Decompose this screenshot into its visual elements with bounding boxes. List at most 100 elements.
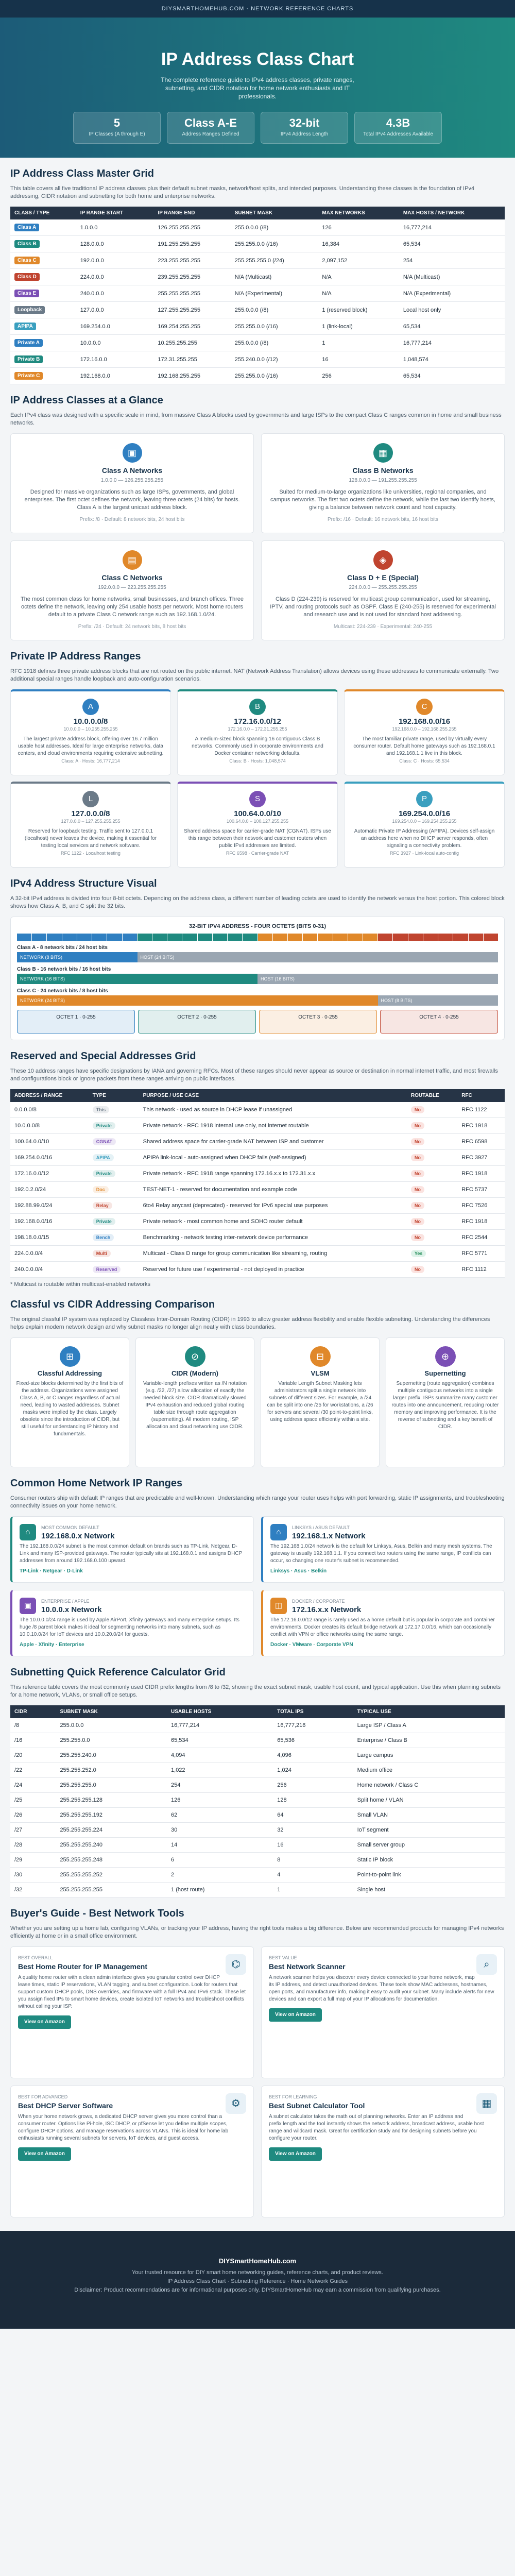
table-cell: 8 <box>273 1852 353 1868</box>
table-row: Private A 10.0.0.0 10.255.255.255 255.0.0.0… <box>10 334 505 351</box>
card-desc: A subnet calculator takes the math out o… <box>269 2114 484 2141</box>
tool-card: ⌕ Best Value Best Network Scanner A network… <box>261 1946 505 2078</box>
bit-cell <box>393 934 408 941</box>
card-title: VLSM <box>311 1369 330 1377</box>
card-brands: Docker · VMware · Corporate VPN <box>270 1642 353 1648</box>
split-bar: NETWORK (24 BITS) HOST (8 BITS) <box>17 995 498 1006</box>
table-cell: Private C <box>10 367 76 384</box>
table-cell: 1 <box>273 1882 353 1897</box>
table-cell: 255.255.240.0 <box>56 1748 167 1763</box>
subnet-section: Subnetting Quick Reference Calculator Gr… <box>10 1667 505 1897</box>
reserved-section: Reserved and Special Addresses Grid Thes… <box>10 1050 505 1289</box>
table-cell: Class C <box>10 252 76 269</box>
section-title: Reserved and Special Addresses Grid <box>10 1050 196 1062</box>
card-desc: The 10.0.0.0/24 range is used by Apple A… <box>20 1617 239 1637</box>
table-cell: No <box>406 1102 458 1118</box>
column-header: TYPICAL USE <box>353 1705 505 1718</box>
table-cell: Shared address space for carrier-grade N… <box>139 1133 407 1150</box>
stats-row: 5 IP Classes (A through E) Class A-E Addres… <box>0 112 515 144</box>
octet-box: OCTET 3 · 0-255 <box>259 1010 377 1033</box>
private-range-card: S 100.64.0.0/10 100.64.0.0 – 100.127.255.2… <box>177 782 338 868</box>
stat-value: 32-bit <box>289 116 320 129</box>
table-cell: No <box>406 1133 458 1150</box>
table-cell: /16 <box>10 1733 56 1748</box>
table-cell: Benchmarking - network testing inter-net… <box>139 1229 407 1246</box>
table-cell: Multi <box>88 1245 139 1262</box>
table-cell: 1 (link-local) <box>318 318 399 335</box>
range-span: 192.168.0.0 – 192.168.255.255 <box>392 726 457 732</box>
table-cell: RFC 6598 <box>457 1133 505 1150</box>
table-cell: APIPA link-local - auto-assigned when DH… <box>139 1149 407 1166</box>
bit-cell <box>122 934 137 941</box>
footer-site[interactable]: DIYSmartHomeHub.com <box>0 2257 515 2265</box>
column-header: USABLE HOSTS <box>167 1705 273 1718</box>
table-row: 100.64.0.0/10 CGNAT Shared address space f… <box>10 1133 505 1150</box>
table-row: 192.0.2.0/24 Doc TEST-NET-1 - reserved for… <box>10 1181 505 1198</box>
bit-cell <box>92 934 107 941</box>
table-cell: 255.255.255.192 <box>56 1807 167 1823</box>
table-cell: 255.255.255.255 <box>56 1882 167 1897</box>
method-icon: ⊞ <box>59 1346 80 1367</box>
type-pill: This <box>92 1106 110 1113</box>
card-tag: Linksys / Asus Default <box>292 1525 350 1530</box>
table-cell: 127.0.0.0 <box>76 301 154 318</box>
table-cell: 1 (reserved block) <box>318 301 399 318</box>
view-on-amazon-button[interactable]: View on Amazon <box>18 2147 71 2161</box>
table-cell: N/A (Experimental) <box>399 285 505 302</box>
card-title: Best DHCP Server Software <box>18 2102 113 2110</box>
table-row: /25 255.255.255.128 126 128 Split home / VLA… <box>10 1792 505 1808</box>
range-desc: A medium-sized block spanning 16 contigu… <box>192 736 323 756</box>
product-icon: ⌕ <box>476 1954 497 1975</box>
reserved-table: ADDRESS / RANGE TYPE PURPOSE / USE CASE ROU… <box>10 1089 505 1278</box>
table-cell: /20 <box>10 1748 56 1763</box>
table-cell: 255.255.0.0 (/16) <box>230 318 318 335</box>
card-title: Class D + E (Special) <box>347 573 419 582</box>
table-cell: 191.255.255.255 <box>153 235 231 252</box>
card-range: 1.0.0.0 — 126.255.255.255 <box>100 478 164 483</box>
table-cell: 2,097,152 <box>318 252 399 269</box>
card-title: Class C Networks <box>101 573 163 582</box>
table-cell: No <box>406 1149 458 1166</box>
view-on-amazon-button[interactable]: View on Amazon <box>269 2147 322 2161</box>
view-on-amazon-button[interactable]: View on Amazon <box>18 2015 71 2029</box>
table-cell: Static IP block <box>353 1852 505 1868</box>
table-cell: Relay <box>88 1197 139 1214</box>
hero: IP Address Class Chart The complete refe… <box>0 18 515 158</box>
section-title: Subnetting Quick Reference Calculator Gr… <box>10 1667 226 1678</box>
range-desc: Shared address space for carrier-grade N… <box>184 828 331 849</box>
network-icon: ▤ <box>122 550 142 570</box>
section-intro: The original classful IP system was repl… <box>10 1316 490 1330</box>
view-on-amazon-button[interactable]: View on Amazon <box>269 2008 322 2022</box>
table-cell: Private A <box>10 334 76 351</box>
table-row: /29 255.255.255.248 6 8 Static IP block <box>10 1852 505 1868</box>
card-title: Best Home Router for IP Management <box>18 1962 148 1971</box>
table-cell: 172.16.0.0/12 <box>10 1165 89 1182</box>
card-tag: Enterprise / Apple <box>41 1599 90 1604</box>
structure-visual: 32-BIT IPV4 ADDRESS - FOUR OCTETS (BITS … <box>10 917 505 1040</box>
table-cell: 255.0.0.0 <box>56 1718 167 1733</box>
type-pill: CGNAT <box>92 1138 116 1145</box>
bit-cell <box>197 934 212 941</box>
table-cell: 223.255.255.255 <box>153 252 231 269</box>
table-cell: 255.255.252.0 <box>56 1762 167 1778</box>
range-note: RFC 6598 · Carrier-grade NAT <box>226 851 289 856</box>
table-cell: 6 <box>167 1852 273 1868</box>
table-cell: 240.0.0.0 <box>76 285 154 302</box>
table-cell: 64 <box>273 1807 353 1823</box>
bit-cell <box>363 934 378 941</box>
section-title: Private IP Address Ranges <box>10 651 141 662</box>
column-header: ROUTABLE <box>406 1089 458 1102</box>
stat-card: 5 IP Classes (A through E) <box>73 112 161 144</box>
table-row: 240.0.0.0/4 Reserved Reserved for future u… <box>10 1261 505 1278</box>
table-cell: Private <box>88 1165 139 1182</box>
stat-label: Address Ranges Defined <box>182 131 239 137</box>
split-bar: NETWORK (16 BITS) HOST (16 BITS) <box>17 974 498 984</box>
routable-pill: No <box>410 1154 424 1161</box>
range-letter-icon: A <box>82 699 99 715</box>
table-cell: 126 <box>167 1792 273 1808</box>
column-header: ADDRESS / RANGE <box>10 1089 89 1102</box>
table-cell: /24 <box>10 1777 56 1793</box>
table-row: /22 255.255.252.0 1,022 1,024 Medium office <box>10 1762 505 1778</box>
table-row: Loopback 127.0.0.0 127.255.255.255 255.0.0.… <box>10 301 505 318</box>
table-cell: Private B <box>10 351 76 368</box>
